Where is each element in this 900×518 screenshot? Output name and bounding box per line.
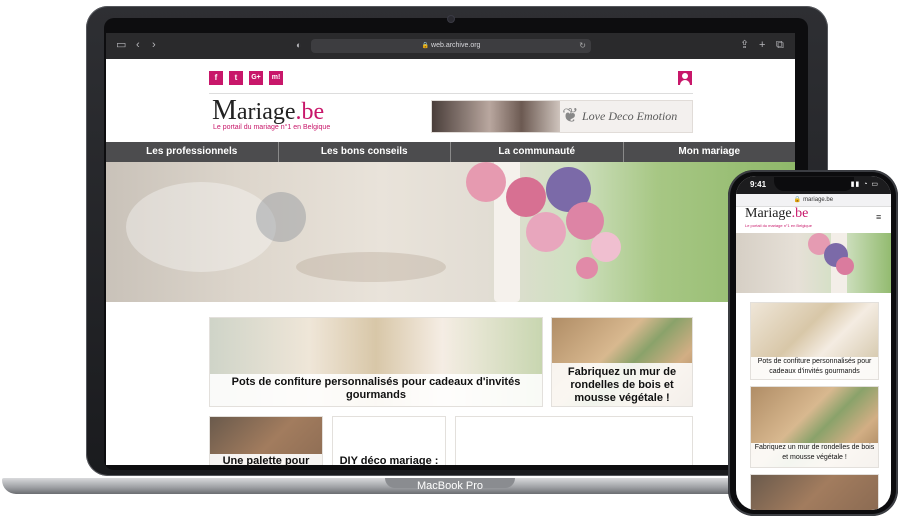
forward-icon[interactable]: › xyxy=(152,39,156,52)
back-icon[interactable]: ‹ xyxy=(136,39,140,52)
phone-screen: 9:41 ▮▮ ◔ ▭ 🔒 mariage.be Mariage.be Le p… xyxy=(736,176,891,510)
article-card[interactable]: DIY déco mariage : xyxy=(332,416,446,465)
phone-site-logo[interactable]: Mariage.be xyxy=(745,206,808,222)
article-card[interactable]: Une palette pour xyxy=(209,416,323,465)
mariage-icon[interactable]: m! xyxy=(269,71,283,85)
reload-icon[interactable]: ↻ xyxy=(579,39,586,53)
phone-article-card[interactable]: Pots de confiture personnalisés pour cad… xyxy=(750,302,879,380)
article-title: Une palette pour xyxy=(210,454,322,465)
phone-article-title: Fabriquez un mur de rondelles de bois et… xyxy=(751,443,878,467)
hero-image xyxy=(106,162,795,302)
facebook-icon[interactable]: f xyxy=(209,71,223,85)
phone-logo-tld: .be xyxy=(791,206,809,221)
phone-url-text: mariage.be xyxy=(803,197,834,203)
ad-brand-text: Love Deco Emotion xyxy=(582,109,678,123)
site-tagline: Le portail du mariage n°1 en Belgique xyxy=(213,124,331,131)
lock-icon: 🔒 xyxy=(793,197,802,203)
phone-logo-name: ariage xyxy=(757,206,792,221)
tabs-overview-icon[interactable]: ⧉ xyxy=(776,39,784,52)
article-card[interactable]: Fabriquez un mur de rondelles de bois et… xyxy=(551,317,693,407)
sidebar-icon[interactable]: ▭ xyxy=(116,39,126,52)
google-plus-icon[interactable]: G+ xyxy=(249,71,263,85)
logo-initial: M xyxy=(212,95,237,126)
shield-icon[interactable]: ◐ xyxy=(296,39,301,52)
signal-wifi-battery-icon: ▮▮ ◔ ▭ xyxy=(850,181,879,188)
camera-icon xyxy=(448,16,454,22)
ornament-icon: ❦ xyxy=(562,105,579,127)
article-card[interactable] xyxy=(455,416,693,465)
article-title: DIY déco mariage : xyxy=(333,454,445,465)
site-logo[interactable]: Mariage.be xyxy=(212,95,324,127)
status-time: 9:41 xyxy=(750,180,767,189)
ad-photo xyxy=(432,101,560,132)
phone-logo-initial: M xyxy=(745,206,758,221)
share-icon[interactable]: ⇪ xyxy=(740,39,749,52)
article-card[interactable]: Pots de confiture personnalisés pour cad… xyxy=(209,317,543,407)
web-page: f t G+ m! Mariage.be Le portail du maria… xyxy=(106,59,795,465)
nav-item-conseils[interactable]: Les bons conseils xyxy=(279,142,451,162)
status-bar: 9:41 ▮▮ ◔ ▭ xyxy=(736,176,891,194)
phone-article-image xyxy=(751,475,878,510)
logo-tld: .be xyxy=(295,99,325,125)
nav-item-mon-mariage[interactable]: Mon mariage xyxy=(624,142,796,162)
twitter-icon[interactable]: t xyxy=(229,71,243,85)
article-title: Fabriquez un mur de rondelles de bois et… xyxy=(552,363,692,406)
nav-item-communaute[interactable]: La communauté xyxy=(451,142,624,162)
main-nav: Les professionnels Les bons conseils La … xyxy=(106,142,795,162)
laptop-screen: ▭ ‹ › ◐ 🔒 web.archive.org ↻ ⇪ + ⧉ f t G+ … xyxy=(106,33,795,465)
article-title: Pots de confiture personnalisés pour cad… xyxy=(210,374,542,406)
browser-toolbar: ▭ ‹ › ◐ 🔒 web.archive.org ↻ ⇪ + ⧉ xyxy=(106,33,795,59)
logo-name: ariage xyxy=(236,99,296,125)
new-tab-icon[interactable]: + xyxy=(759,39,765,52)
nav-item-professionnels[interactable]: Les professionnels xyxy=(106,142,279,162)
user-account-icon[interactable] xyxy=(678,71,692,85)
dynamic-island xyxy=(774,177,854,191)
header-divider xyxy=(209,93,693,94)
phone-article-title: Pots de confiture personnalisés pour cad… xyxy=(751,357,878,379)
lock-icon: 🔒 xyxy=(421,43,430,49)
ad-banner[interactable]: ❦ Love Deco Emotion xyxy=(431,100,693,133)
address-bar[interactable]: 🔒 web.archive.org ↻ xyxy=(311,39,591,53)
url-text: web.archive.org xyxy=(431,42,481,49)
phone-article-card[interactable]: Fabriquez un mur de rondelles de bois et… xyxy=(750,386,879,468)
phone-hero-image xyxy=(736,233,891,293)
hamburger-menu-icon[interactable]: ≡ xyxy=(876,212,881,222)
phone-tagline: Le portail du mariage n°1 en Belgique xyxy=(745,223,812,228)
phone-article-card[interactable] xyxy=(750,474,879,510)
